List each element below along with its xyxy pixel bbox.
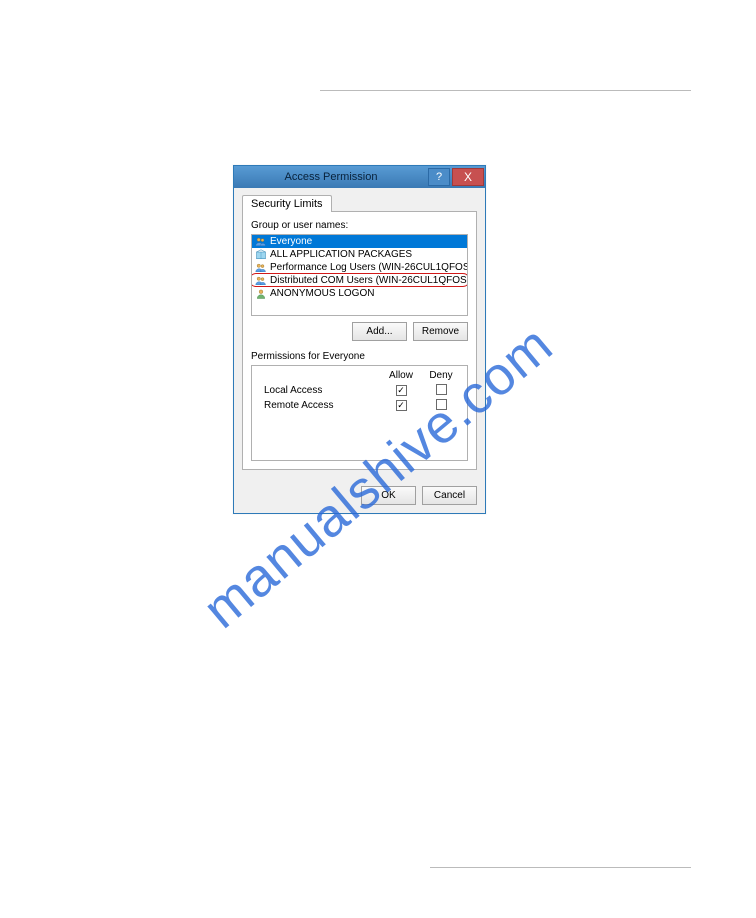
tab-panel: Group or user names: Everyone ALL APPLICA… [242, 211, 477, 470]
list-item[interactable]: ANONYMOUS LOGON [252, 287, 467, 300]
allow-checkbox[interactable] [396, 385, 407, 396]
user-icon [255, 288, 267, 300]
list-item-label: Performance Log Users (WIN-26CUL1QFOSF\P… [270, 262, 467, 273]
titlebar: Access Permission ? X [234, 166, 485, 188]
package-icon [255, 249, 267, 261]
close-icon: X [464, 170, 472, 184]
list-item[interactable]: ALL APPLICATION PACKAGES [252, 248, 467, 261]
user-list[interactable]: Everyone ALL APPLICATION PACKAGES Performa… [251, 234, 468, 316]
list-item-label: Everyone [270, 236, 312, 247]
dialog-title: Access Permission [234, 171, 428, 183]
remove-button[interactable]: Remove [413, 322, 468, 341]
group-icon [255, 236, 267, 248]
deny-checkbox[interactable] [436, 399, 447, 410]
allow-header: Allow [381, 370, 421, 381]
allow-checkbox[interactable] [396, 400, 407, 411]
tab-security-limits[interactable]: Security Limits [242, 195, 332, 212]
help-icon: ? [436, 171, 442, 183]
group-icon [255, 275, 267, 287]
list-item-label: ALL APPLICATION PACKAGES [270, 249, 412, 260]
close-button[interactable]: X [452, 168, 484, 186]
deny-header: Deny [421, 370, 461, 381]
list-item[interactable]: Everyone [252, 235, 467, 248]
user-buttons: Add... Remove [251, 322, 468, 341]
dialog-body: Security Limits Group or user names: Eve… [234, 188, 485, 478]
page-rule-bottom [430, 867, 691, 868]
group-icon [255, 262, 267, 274]
permissions-header: Allow Deny [252, 368, 467, 383]
deny-checkbox[interactable] [436, 384, 447, 395]
permission-name: Local Access [258, 385, 381, 396]
list-item-label: Distributed COM Users (WIN-26CUL1QFOSF\D… [270, 275, 467, 286]
dialog-footer: OK Cancel [234, 478, 485, 513]
ok-button[interactable]: OK [361, 486, 416, 505]
help-button[interactable]: ? [428, 168, 450, 186]
access-permission-dialog: Access Permission ? X Security Limits Gr… [233, 165, 486, 514]
permissions-for-label: Permissions for Everyone [251, 351, 468, 362]
list-item[interactable]: Performance Log Users (WIN-26CUL1QFOSF\P… [252, 261, 467, 274]
page-rule-top [320, 90, 691, 91]
list-item[interactable]: Distributed COM Users (WIN-26CUL1QFOSF\D… [252, 274, 467, 287]
permissions-grid: Allow Deny Local Access Remote Access [251, 365, 468, 461]
cancel-button[interactable]: Cancel [422, 486, 477, 505]
groups-label: Group or user names: [251, 220, 468, 231]
list-item-label: ANONYMOUS LOGON [270, 288, 374, 299]
tabstrip: Security Limits [242, 195, 477, 212]
permission-name: Remote Access [258, 400, 381, 411]
permission-row: Remote Access [252, 398, 467, 413]
permission-row: Local Access [252, 383, 467, 398]
add-button[interactable]: Add... [352, 322, 407, 341]
